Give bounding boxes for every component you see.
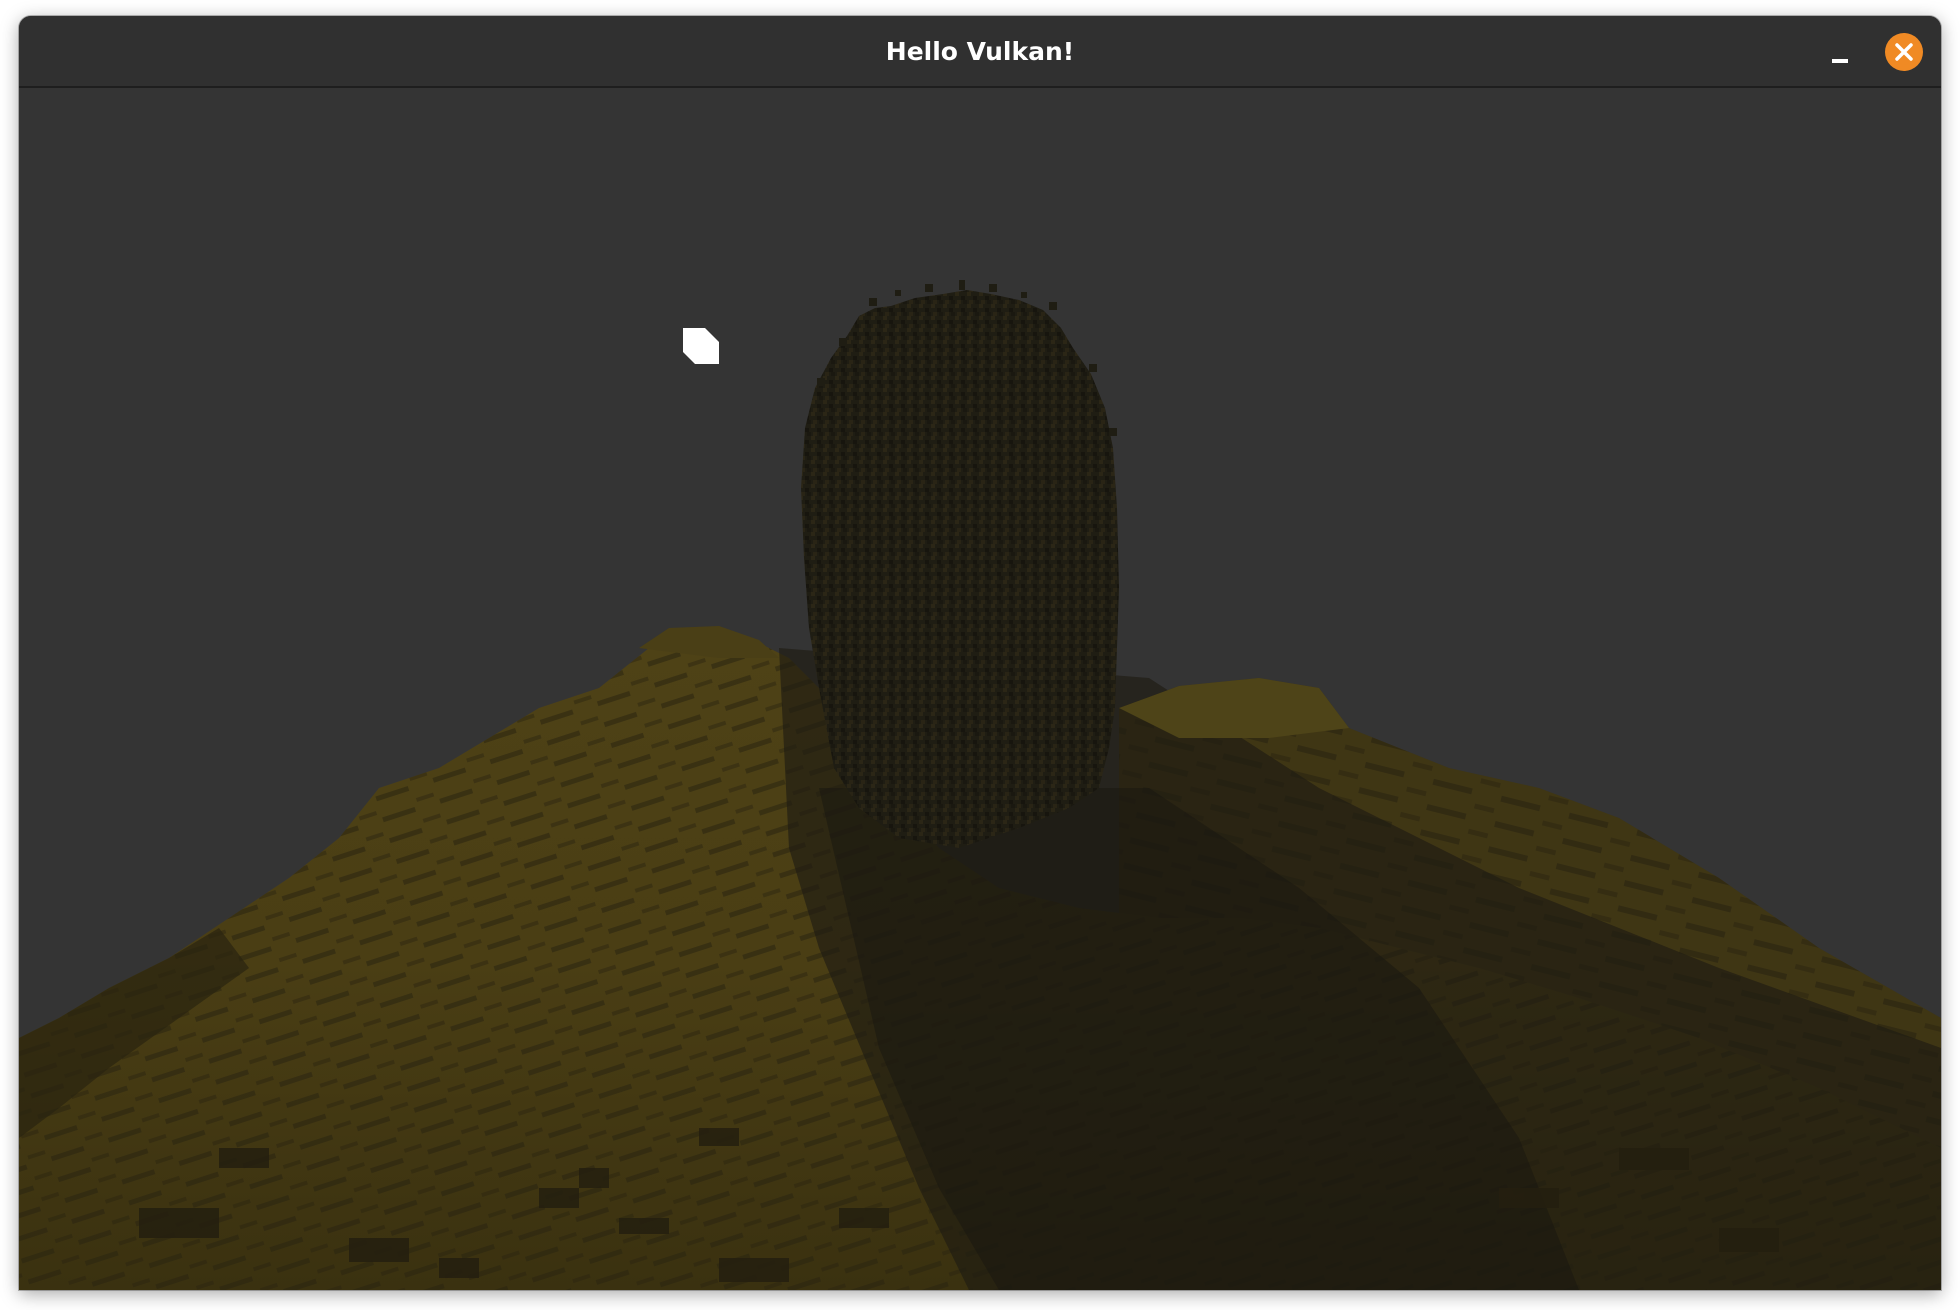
title-bar[interactable]: Hello Vulkan! [19, 16, 1941, 88]
pointer-cursor-icon [683, 328, 719, 364]
close-icon [1895, 43, 1913, 61]
minimize-icon [1832, 59, 1848, 63]
render-viewport[interactable] [19, 88, 1941, 1290]
voxel-scene [19, 88, 1941, 1290]
minimize-button[interactable] [1822, 37, 1858, 73]
app-window: Hello Vulkan! [19, 16, 1941, 1290]
window-title: Hello Vulkan! [885, 37, 1075, 66]
close-button[interactable] [1885, 33, 1923, 71]
